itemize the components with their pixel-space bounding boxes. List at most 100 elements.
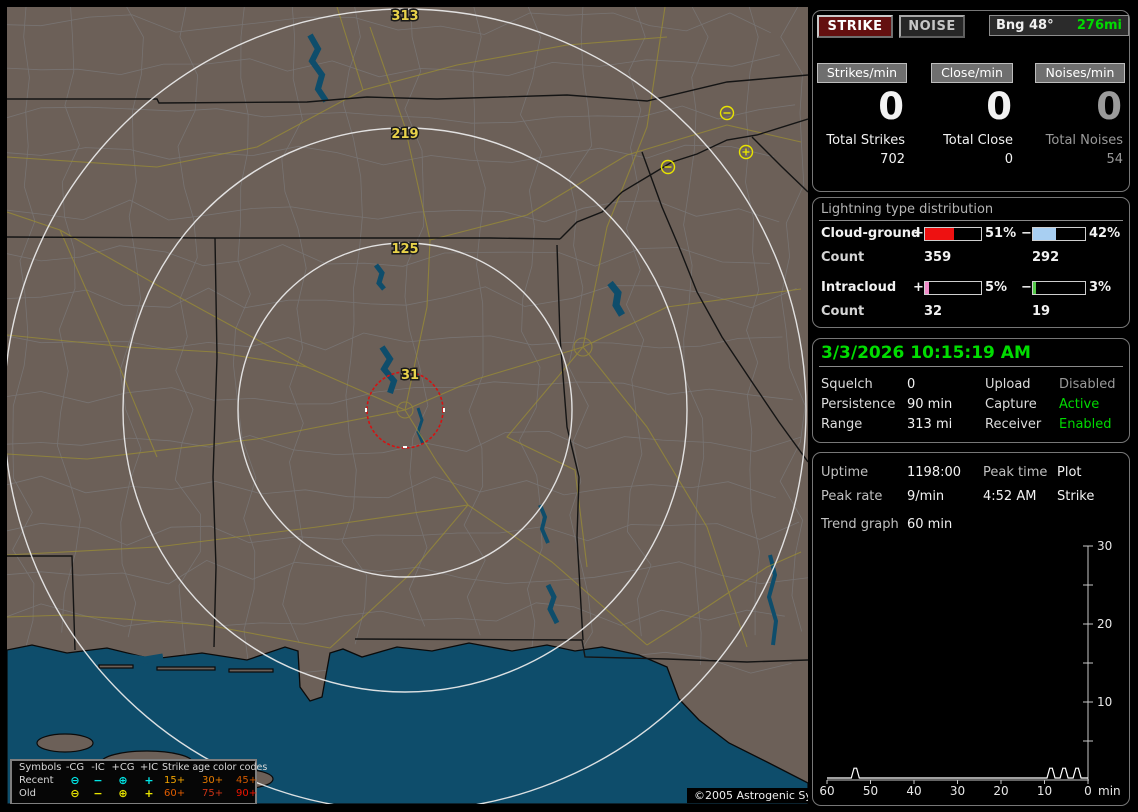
close-per-min-value: 0 bbox=[986, 85, 1013, 128]
svg-text:30: 30 bbox=[950, 784, 965, 798]
svg-text:40: 40 bbox=[906, 784, 921, 798]
peak-rate-label: Peak rate bbox=[821, 489, 883, 504]
cg-plus-bar-fill bbox=[925, 228, 954, 240]
bearing-distance: 276mi bbox=[1076, 18, 1122, 33]
cg-minus-pct: 42% bbox=[1089, 226, 1121, 241]
cg-minus-bar bbox=[1032, 227, 1086, 241]
legend-old-row: Old ⊖ − ⊕ + 60+ 75+ 90+ bbox=[12, 787, 257, 800]
divider bbox=[819, 220, 1123, 221]
noises-per-min-button[interactable]: Noises/min bbox=[1035, 63, 1125, 83]
datetime-display: 3/3/2026 10:15:19 AM bbox=[821, 343, 1031, 363]
range-label: Range bbox=[821, 417, 863, 432]
recent-pos-cg-icon: ⊕ bbox=[118, 774, 128, 787]
age-45: 45+ bbox=[236, 775, 258, 786]
plot-label: Plot bbox=[1057, 465, 1082, 480]
peak-time-value: 4:52 AM bbox=[983, 489, 1037, 504]
recent-pos-ic-icon: + bbox=[144, 774, 154, 787]
svg-text:10: 10 bbox=[1037, 784, 1052, 798]
legend-col-neg-ic: -IC bbox=[91, 762, 105, 773]
old-neg-cg-icon: ⊖ bbox=[70, 787, 80, 800]
cg-minus-bar-fill bbox=[1033, 228, 1057, 240]
cg-minus-count: 292 bbox=[1032, 250, 1060, 265]
old-pos-ic-icon: + bbox=[144, 787, 154, 800]
legend-col-neg-cg: -CG bbox=[65, 762, 85, 773]
ic-minus-count: 19 bbox=[1032, 304, 1051, 319]
ring-label-31: 31 bbox=[401, 368, 419, 383]
svg-text:20: 20 bbox=[1097, 617, 1112, 631]
age-75: 75+ bbox=[202, 788, 224, 799]
ic-plus-count: 32 bbox=[924, 304, 943, 319]
strike-mode-button[interactable]: STRIKE bbox=[817, 15, 893, 38]
total-noises-value: 54 bbox=[1106, 152, 1123, 167]
old-neg-ic-icon: − bbox=[93, 787, 103, 800]
svg-text:30: 30 bbox=[1097, 539, 1112, 553]
ring-label-219: 219 bbox=[391, 127, 418, 142]
trend-panel: Uptime 1198:00 Peak time Plot Peak rate … bbox=[812, 452, 1130, 806]
cg-plus-count: 359 bbox=[924, 250, 952, 265]
uptime-label: Uptime bbox=[821, 465, 869, 480]
uptime-value: 1198:00 bbox=[907, 465, 962, 480]
count-label: Count bbox=[821, 250, 865, 265]
capture-label: Capture bbox=[985, 397, 1037, 412]
plus-sign: + bbox=[913, 226, 924, 241]
svg-text:20: 20 bbox=[993, 784, 1008, 798]
status-panel: 3/3/2026 10:15:19 AM Squelch 0 Upload Di… bbox=[812, 338, 1130, 443]
recent-neg-ic-icon: − bbox=[93, 774, 103, 787]
squelch-label: Squelch bbox=[821, 377, 873, 392]
intracloud-label: Intracloud bbox=[821, 280, 897, 295]
ic-minus-bar-fill bbox=[1033, 282, 1036, 294]
distribution-panel: Lightning type distribution Cloud-ground… bbox=[812, 197, 1130, 328]
ic-minus-pct: 3% bbox=[1089, 280, 1112, 295]
age-90: 90+ bbox=[236, 788, 258, 799]
copyright-text: ©2005 Astrogenic Systems bbox=[687, 788, 808, 803]
cg-plus-bar bbox=[924, 227, 982, 241]
count-label: Count bbox=[821, 304, 865, 319]
cloud-ground-label: Cloud-ground bbox=[821, 226, 921, 241]
svg-text:10: 10 bbox=[1097, 695, 1112, 709]
legend-old-label: Old bbox=[19, 788, 36, 799]
ic-plus-pct: 5% bbox=[985, 280, 1008, 295]
plot-value: Strike bbox=[1057, 489, 1095, 504]
minus-sign: − bbox=[1021, 226, 1032, 241]
legend-col-pos-cg: +CG bbox=[111, 762, 135, 773]
divider bbox=[819, 366, 1123, 367]
lightning-map[interactable]: 313 219 125 31 Symbols -CG -IC +CG +IC S… bbox=[7, 7, 808, 804]
plus-sign: + bbox=[913, 280, 924, 295]
symbol-legend: Symbols -CG -IC +CG +IC Strike age color… bbox=[10, 759, 268, 804]
bearing-label: Bng 48° bbox=[996, 18, 1054, 33]
legend-symbols-header: Symbols bbox=[19, 762, 62, 773]
svg-text:60: 60 bbox=[819, 784, 834, 798]
svg-text:min: min bbox=[1098, 784, 1121, 798]
svg-text:50: 50 bbox=[863, 784, 878, 798]
legend-age-header: Strike age color codes bbox=[162, 762, 268, 773]
legend-col-pos-ic: +IC bbox=[139, 762, 159, 773]
peak-rate-value: 9/min bbox=[907, 489, 945, 504]
minus-sign: − bbox=[1021, 280, 1032, 295]
capture-status: Active bbox=[1059, 397, 1100, 412]
total-close-label: Total Close bbox=[943, 133, 1013, 148]
upload-label: Upload bbox=[985, 377, 1031, 392]
ic-plus-bar-fill bbox=[925, 282, 929, 294]
receiver-status: Enabled bbox=[1059, 417, 1112, 432]
squelch-value: 0 bbox=[907, 377, 916, 392]
upload-status: Disabled bbox=[1059, 377, 1116, 392]
persistence-label: Persistence bbox=[821, 397, 896, 412]
ring-label-125: 125 bbox=[391, 242, 418, 257]
noises-per-min-value: 0 bbox=[1096, 85, 1123, 128]
legend-header-row: Symbols -CG -IC +CG +IC Strike age color… bbox=[12, 761, 268, 774]
trend-graph: 60 50 40 30 20 10 0 min 10 20 30 bbox=[819, 539, 1121, 798]
age-15: 15+ bbox=[164, 775, 186, 786]
trend-window-value: 60 min bbox=[907, 517, 953, 532]
counters-panel: STRIKE NOISE Bng 48° 276mi Strikes/min C… bbox=[812, 10, 1130, 192]
total-strikes-label: Total Strikes bbox=[826, 133, 905, 148]
sidebar: STRIKE NOISE Bng 48° 276mi Strikes/min C… bbox=[810, 0, 1138, 812]
old-pos-cg-icon: ⊕ bbox=[118, 787, 128, 800]
persistence-value: 90 min bbox=[907, 397, 953, 412]
legend-recent-row: Recent ⊖ − ⊕ + 15+ 30+ 45+ bbox=[12, 774, 257, 787]
ring-label-313: 313 bbox=[391, 9, 418, 24]
ic-minus-bar bbox=[1032, 281, 1086, 295]
noise-mode-button[interactable]: NOISE bbox=[899, 15, 965, 38]
strikes-per-min-button[interactable]: Strikes/min bbox=[817, 63, 907, 83]
close-per-min-button[interactable]: Close/min bbox=[931, 63, 1013, 83]
svg-text:0: 0 bbox=[1084, 784, 1092, 798]
